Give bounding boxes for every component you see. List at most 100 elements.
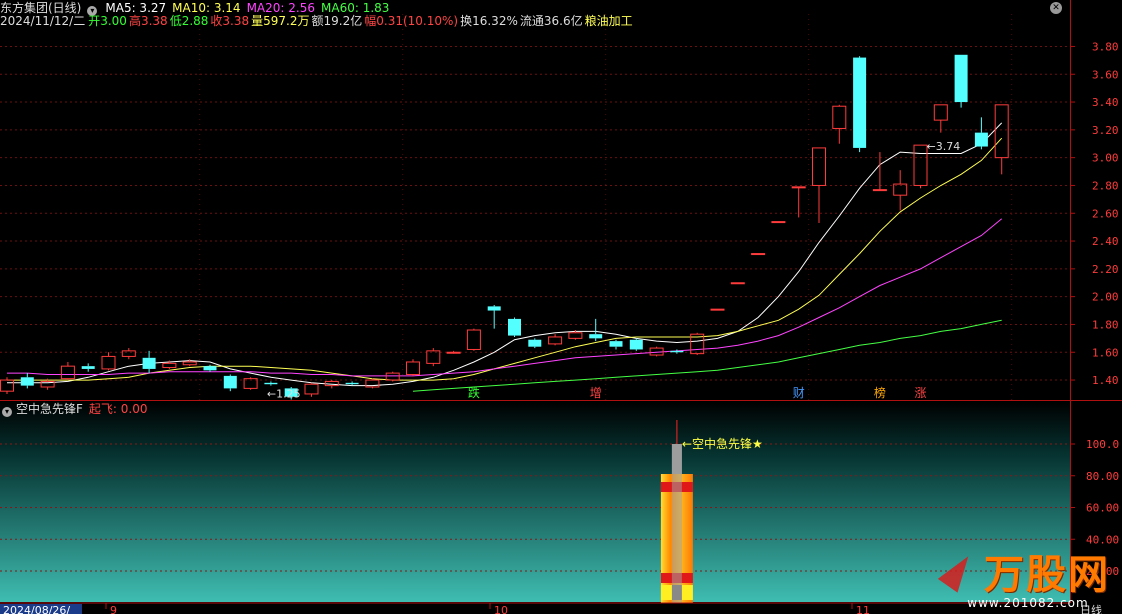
indicator-y-tick-label: 80.00: [1086, 470, 1119, 483]
event-label: 榜: [874, 385, 886, 400]
candle-body: [406, 361, 420, 375]
candle-body: [223, 375, 237, 389]
candle: [365, 378, 380, 389]
candle: [853, 56, 867, 153]
candle-body: [345, 382, 359, 385]
candle: [243, 377, 258, 390]
y-tick-label: 2.20: [1092, 263, 1119, 276]
candle-body: [954, 54, 968, 103]
candle-body: [426, 350, 441, 364]
candle-body: [264, 382, 278, 385]
quote-open: 开3.00: [88, 14, 127, 28]
quote-volume: 量597.2万: [251, 14, 310, 28]
event-label: 涨: [914, 385, 926, 400]
candle-body: [974, 132, 988, 147]
month-label: 9: [110, 604, 117, 614]
event-label: 跌: [468, 385, 480, 400]
indicator-settings-icon[interactable]: ▾: [2, 407, 12, 417]
candle-body: [872, 189, 887, 192]
candle: [466, 328, 481, 351]
quote-industry[interactable]: 粮油加工: [585, 14, 633, 28]
candle: [589, 318, 603, 342]
y-tick-label: 2.60: [1092, 207, 1119, 220]
axis-divider: [1070, 0, 1071, 603]
candle: [791, 186, 806, 218]
y-tick-label: 2.00: [1092, 291, 1119, 304]
y-tick-label: 3.60: [1092, 68, 1119, 81]
y-tick-label: 3.00: [1092, 152, 1119, 165]
candle: [385, 371, 400, 382]
candle: [730, 282, 745, 285]
candle: [629, 338, 643, 351]
month-label: 11: [856, 604, 870, 614]
quote-amount: 额19.2亿: [311, 14, 363, 28]
start-date: 2024/08/26/: [3, 604, 70, 614]
candle-body: [913, 144, 928, 186]
candle-body: [487, 306, 501, 311]
y-tick-label: 3.40: [1092, 96, 1119, 109]
candle: [426, 348, 441, 367]
moving-average-lines: [7, 122, 1003, 392]
close-icon[interactable]: ✕: [1050, 2, 1062, 14]
candle: [933, 104, 948, 133]
candle: [487, 304, 501, 329]
event-label: 财: [793, 386, 805, 400]
candle: [182, 359, 197, 367]
candle-body: [832, 105, 847, 129]
candle: [20, 373, 34, 389]
candle-body: [508, 318, 521, 336]
signal-base-core: [671, 585, 682, 600]
month-label: 10: [494, 604, 508, 614]
indicator-name[interactable]: 空中急先锋F: [16, 402, 83, 416]
candle-body: [853, 57, 867, 148]
candle: [548, 334, 563, 346]
y-tick-label: 3.20: [1092, 124, 1119, 137]
candle-body: [528, 339, 542, 347]
y-tick-label: 2.80: [1092, 179, 1119, 192]
candle: [81, 363, 95, 372]
candle-body: [0, 379, 14, 392]
watermark-logo: 万股网 www.201082.com: [937, 542, 1110, 610]
candle-body: [385, 372, 400, 381]
candle-body: [791, 186, 806, 189]
quote-low: 低2.88: [169, 14, 209, 28]
candle-body: [629, 339, 643, 350]
candle: [954, 54, 968, 108]
chart-canvas[interactable]: ←1.25 ←3.74 3.80 3.60 3.40 3.20 3.00 2.80 2.60 2…: [0, 0, 1122, 614]
y-tick-label: 2.40: [1092, 235, 1119, 248]
price-annotation: ←1.25: [267, 388, 301, 401]
y-tick-label: 1.80: [1092, 318, 1119, 331]
price-annotation: ←3.74: [927, 140, 961, 153]
indicator-value: 起飞: 0.00: [88, 402, 148, 416]
event-labels: 跌增财榜涨: [468, 385, 927, 400]
candlestick-series: ←1.25 ←3.74: [0, 54, 1009, 401]
indicator-background: [0, 402, 1070, 602]
candle: [974, 117, 988, 150]
candle-body: [609, 341, 623, 347]
indicator-y-tick-label: 100.0: [1086, 438, 1119, 451]
y-tick-label: 1.60: [1092, 346, 1119, 359]
signal-core-overlay: [671, 444, 682, 603]
price-axis: 3.80 3.60 3.40 3.20 3.00 2.80 2.60 2.40 2.20 2.00…: [1070, 40, 1119, 387]
candle: [690, 332, 705, 356]
candle-body: [751, 253, 766, 256]
candle-body: [142, 357, 156, 369]
y-tick-label: 1.40: [1092, 374, 1119, 387]
event-label: 增: [590, 386, 602, 400]
candle: [142, 350, 156, 374]
quote-close: 收3.38: [210, 14, 250, 28]
candle: [446, 350, 461, 354]
quote-turnover: 换16.32%: [460, 14, 518, 28]
candle: [609, 339, 623, 350]
y-tick-label: 3.80: [1092, 40, 1119, 53]
candle-body: [933, 104, 948, 121]
candle: [223, 374, 237, 392]
candle: [771, 221, 786, 224]
candle-body: [162, 362, 177, 369]
quote-high: 高3.38: [128, 14, 168, 28]
candle-body: [589, 334, 603, 339]
candle: [304, 382, 319, 397]
quote-header-line2: 2024/11/12/二 开3.00 高3.38 低2.88 收3.38 量597.2万额…: [0, 13, 639, 29]
candle: [812, 147, 826, 223]
quote-date: 2024/11/12/二: [0, 14, 86, 28]
